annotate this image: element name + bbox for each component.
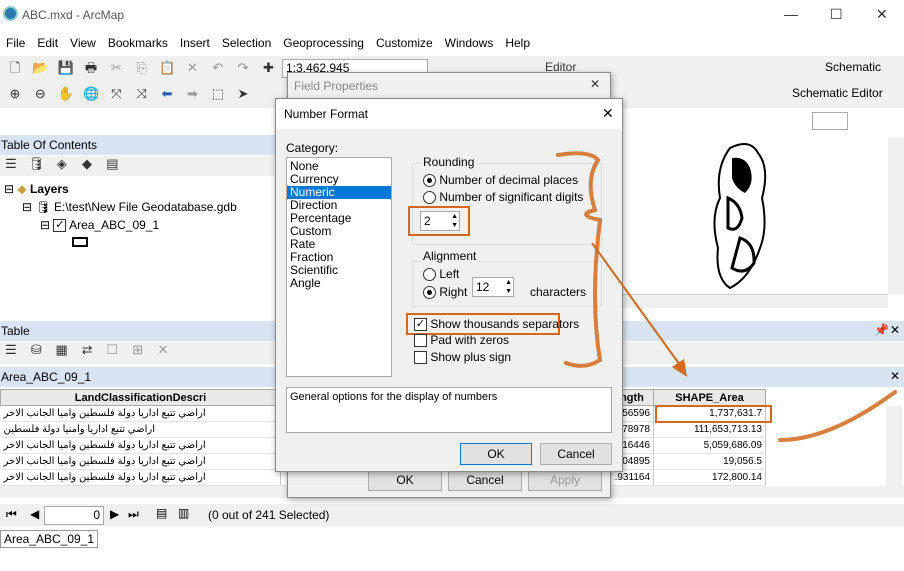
annotation-arrow-line [591,242,681,366]
annotation-overlay [556,151,897,442]
annotation-checkmark [778,390,897,442]
annotation-brace [556,151,603,368]
annotation-arrow-head [672,359,687,377]
